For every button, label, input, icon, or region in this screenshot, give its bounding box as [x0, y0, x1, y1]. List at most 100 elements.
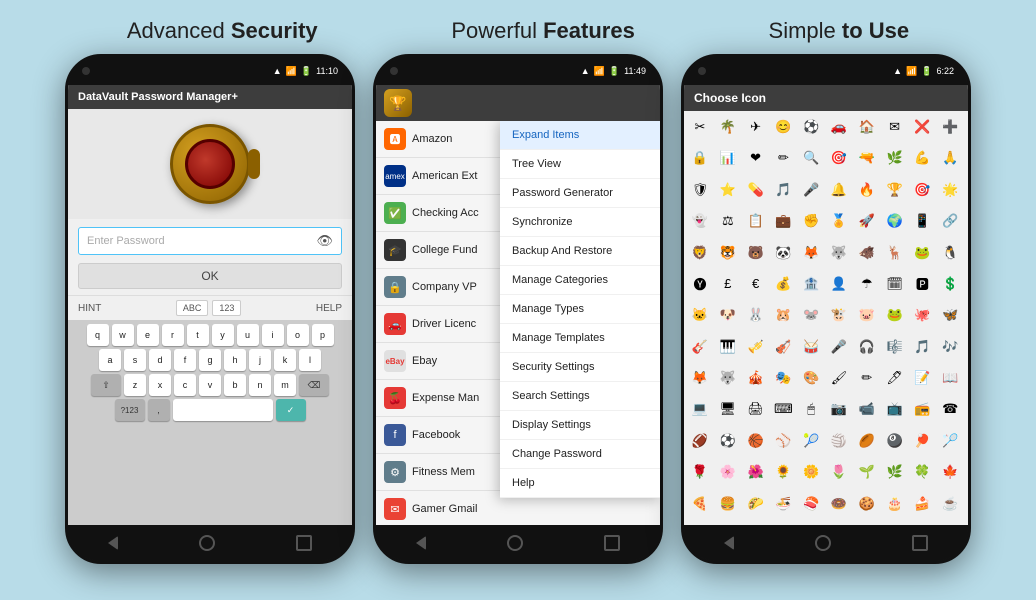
icon-cell-114[interactable]: 🌼: [799, 460, 823, 484]
eye-icon[interactable]: 👁: [316, 233, 333, 249]
icon-cell-105[interactable]: 🏐: [827, 429, 851, 453]
icon-cell-94[interactable]: 🖱: [799, 397, 823, 421]
icon-cell-28[interactable]: 🎯: [910, 178, 934, 202]
icon-cell-21[interactable]: ⭐: [716, 178, 740, 202]
phone1-help-label[interactable]: HELP: [316, 303, 342, 314]
menu-help[interactable]: Help: [500, 469, 660, 498]
phone3-home-button[interactable]: [815, 535, 831, 551]
icon-cell-17[interactable]: 🌿: [883, 146, 907, 170]
icon-cell-64[interactable]: 🐭: [799, 303, 823, 327]
icon-cell-8[interactable]: ❌: [910, 115, 934, 139]
icon-cell-19[interactable]: 🙏: [938, 146, 962, 170]
icon-cell-102[interactable]: 🏀: [744, 429, 768, 453]
key-m[interactable]: m: [274, 374, 296, 396]
icon-cell-57[interactable]: 🗓: [883, 272, 907, 296]
icon-cell-116[interactable]: 🌱: [855, 460, 879, 484]
icon-cell-79[interactable]: 🎶: [938, 335, 962, 359]
icon-cell-52[interactable]: €: [744, 272, 768, 296]
menu-backup-restore[interactable]: Backup And Restore: [500, 237, 660, 266]
menu-synchronize[interactable]: Synchronize: [500, 208, 660, 237]
icon-cell-32[interactable]: 📋: [744, 209, 768, 233]
icon-cell-55[interactable]: 👤: [827, 272, 851, 296]
key-p[interactable]: p: [312, 324, 334, 346]
icon-cell-27[interactable]: 🏆: [883, 178, 907, 202]
icon-cell-129[interactable]: ☕: [938, 492, 962, 516]
menu-tree-view[interactable]: Tree View: [500, 150, 660, 179]
icon-cell-81[interactable]: 🐺: [716, 366, 740, 390]
icon-cell-38[interactable]: 📱: [910, 209, 934, 233]
key-a[interactable]: a: [99, 349, 121, 371]
icon-cell-98[interactable]: 📻: [910, 397, 934, 421]
icon-cell-49[interactable]: 🐧: [938, 241, 962, 265]
icon-cell-10[interactable]: 🔒: [688, 146, 712, 170]
icon-cell-85[interactable]: 🖌: [827, 366, 851, 390]
icon-cell-76[interactable]: 🎧: [855, 335, 879, 359]
icon-cell-5[interactable]: 🚗: [827, 115, 851, 139]
icon-cell-100[interactable]: 🏈: [688, 429, 712, 453]
icon-cell-37[interactable]: 🌍: [883, 209, 907, 233]
key-u[interactable]: u: [237, 324, 259, 346]
key-n[interactable]: n: [249, 374, 271, 396]
icon-cell-97[interactable]: 📺: [883, 397, 907, 421]
menu-search-settings[interactable]: Search Settings: [500, 382, 660, 411]
icon-cell-11[interactable]: 📊: [716, 146, 740, 170]
icon-cell-126[interactable]: 🍪: [855, 492, 879, 516]
icon-cell-82[interactable]: 🎪: [744, 366, 768, 390]
icon-cell-16[interactable]: 🔫: [855, 146, 879, 170]
icon-cell-26[interactable]: 🔥: [855, 178, 879, 202]
icon-cell-123[interactable]: 🍜: [771, 492, 795, 516]
key-h[interactable]: h: [224, 349, 246, 371]
phone1-ok-button[interactable]: OK: [78, 263, 342, 289]
icon-cell-63[interactable]: 🐹: [771, 303, 795, 327]
key-space[interactable]: [173, 399, 273, 421]
icon-cell-71[interactable]: 🎹: [716, 335, 740, 359]
icon-cell-117[interactable]: 🌿: [883, 460, 907, 484]
icon-cell-22[interactable]: 💊: [744, 178, 768, 202]
icon-cell-3[interactable]: 😊: [771, 115, 795, 139]
key-z[interactable]: z: [124, 374, 146, 396]
phone2-recent-button[interactable]: [604, 535, 620, 551]
icon-cell-14[interactable]: 🔍: [799, 146, 823, 170]
icon-cell-113[interactable]: 🌻: [771, 460, 795, 484]
icon-cell-128[interactable]: 🍰: [910, 492, 934, 516]
icon-cell-20[interactable]: 🛡: [688, 178, 712, 202]
icon-cell-43[interactable]: 🐼: [771, 241, 795, 265]
icon-cell-54[interactable]: 🏦: [799, 272, 823, 296]
icon-cell-75[interactable]: 🎤: [827, 335, 851, 359]
key-x[interactable]: x: [149, 374, 171, 396]
icon-cell-90[interactable]: 💻: [688, 397, 712, 421]
icon-cell-35[interactable]: 🏅: [827, 209, 851, 233]
phone2-back-button[interactable]: [416, 536, 426, 550]
icon-cell-23[interactable]: 🎵: [771, 178, 795, 202]
icon-cell-50[interactable]: 🅨: [688, 272, 712, 296]
icon-cell-106[interactable]: 🏉: [855, 429, 879, 453]
icon-cell-108[interactable]: 🏓: [910, 429, 934, 453]
icon-cell-36[interactable]: 🚀: [855, 209, 879, 233]
icon-cell-15[interactable]: 🎯: [827, 146, 851, 170]
menu-manage-categories[interactable]: Manage Categories: [500, 266, 660, 295]
icon-cell-0[interactable]: ✂: [688, 115, 712, 139]
icon-cell-115[interactable]: 🌷: [827, 460, 851, 484]
icon-cell-56[interactable]: ☂: [855, 272, 879, 296]
key-i[interactable]: i: [262, 324, 284, 346]
icon-cell-118[interactable]: 🍀: [910, 460, 934, 484]
icon-cell-39[interactable]: 🔗: [938, 209, 962, 233]
phone1-recent-button[interactable]: [296, 535, 312, 551]
icon-cell-124[interactable]: 🍣: [799, 492, 823, 516]
icon-cell-33[interactable]: 💼: [771, 209, 795, 233]
icon-cell-51[interactable]: £: [716, 272, 740, 296]
key-backspace[interactable]: ⌫: [299, 374, 329, 396]
icon-cell-120[interactable]: 🍕: [688, 492, 712, 516]
icon-cell-111[interactable]: 🌸: [716, 460, 740, 484]
icon-cell-125[interactable]: 🍩: [827, 492, 851, 516]
icon-cell-1[interactable]: 🌴: [716, 115, 740, 139]
key-y[interactable]: y: [212, 324, 234, 346]
icon-cell-2[interactable]: ✈: [744, 115, 768, 139]
icon-cell-61[interactable]: 🐶: [716, 303, 740, 327]
key-s[interactable]: s: [124, 349, 146, 371]
icon-cell-45[interactable]: 🐺: [827, 241, 851, 265]
icon-cell-95[interactable]: 📷: [827, 397, 851, 421]
icon-cell-127[interactable]: 🎂: [883, 492, 907, 516]
phone1-num-button[interactable]: 123: [212, 300, 241, 316]
icon-cell-78[interactable]: 🎵: [910, 335, 934, 359]
